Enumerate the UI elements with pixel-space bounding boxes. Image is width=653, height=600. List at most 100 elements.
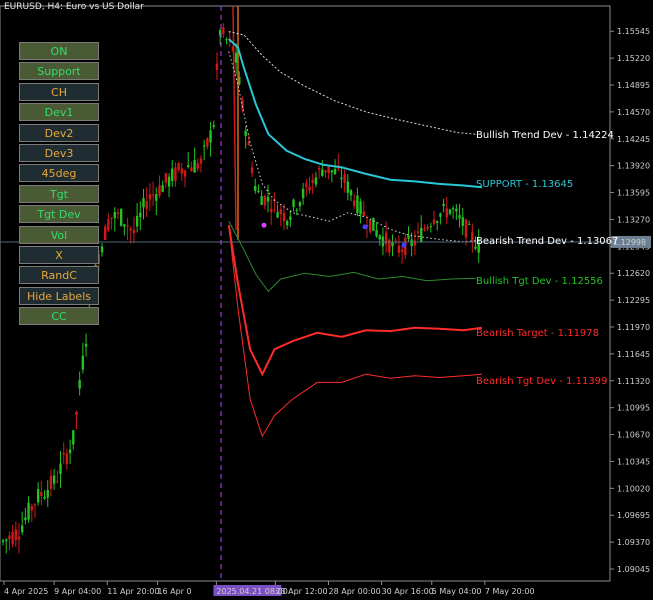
toggle-button-tgt[interactable]: Tgt: [19, 184, 99, 203]
toggle-button-support[interactable]: Support: [19, 62, 99, 81]
candle-body: [423, 229, 426, 231]
y-tick-label: 1.15220: [617, 54, 650, 63]
candle-body: [196, 163, 199, 169]
candle-body: [340, 177, 343, 180]
toggle-button-dev1[interactable]: Dev1: [19, 103, 99, 122]
candle-body: [104, 226, 107, 241]
candle-body: [333, 168, 337, 174]
candle-body: [330, 170, 334, 173]
candle-body: [183, 170, 187, 177]
y-tick-label: 1.09045: [617, 565, 650, 574]
toggle-button-dev3[interactable]: Dev3: [19, 143, 99, 162]
candle-body: [420, 227, 423, 242]
candle-body: [301, 188, 305, 199]
candle-body: [123, 224, 126, 227]
candle-body: [439, 213, 442, 217]
candle-body: [442, 203, 445, 207]
bullish-trend-dev-line: [228, 31, 476, 135]
candle-body: [119, 209, 123, 226]
y-tick-label: 1.10995: [617, 404, 650, 413]
toggle-button-cc[interactable]: CC: [19, 307, 99, 326]
candle-body: [151, 194, 155, 196]
x-tick-label: 16 Apr 0: [157, 587, 191, 596]
candle-body: [410, 239, 413, 247]
candle-body: [298, 202, 302, 207]
candle-body: [260, 196, 263, 205]
candle-body: [295, 209, 298, 211]
marker-dot: [362, 224, 368, 230]
window-title: EURUSD, H4: Euro vs US Dollar: [4, 2, 144, 12]
candle-body: [429, 226, 433, 228]
candle-body: [24, 517, 27, 521]
price-label: Bearish Tgt Dev - 1.11399: [476, 376, 607, 387]
candle-body: [292, 199, 295, 208]
candle-body: [126, 225, 129, 228]
candle-body: [407, 235, 410, 239]
candle-body: [52, 475, 56, 484]
candle-body: [36, 488, 40, 503]
candle-body: [75, 411, 78, 415]
price-label: Bullish Trend Dev - 1.14224: [476, 130, 614, 141]
toggle-button-on[interactable]: ON: [19, 42, 99, 60]
y-tick-label: 1.11970: [617, 323, 650, 332]
y-tick-label: 1.14570: [617, 108, 650, 117]
candle-body: [397, 245, 401, 253]
candle-body: [317, 167, 321, 170]
candle-body: [174, 167, 177, 181]
candle-body: [110, 217, 113, 219]
candle-body: [199, 158, 203, 164]
candle-body: [161, 185, 164, 192]
candle-body: [30, 506, 33, 511]
x-tick-label: 7 May 20:00: [485, 587, 535, 596]
bearish-trend-dev-line: [228, 51, 482, 243]
candle-body: [372, 217, 375, 231]
candle-body: [180, 168, 184, 174]
y-tick-label: 1.14245: [617, 135, 650, 144]
y-tick-label: 1.10020: [617, 484, 650, 493]
candle-body: [254, 185, 257, 192]
candle-body: [206, 138, 209, 147]
candle-body: [445, 208, 448, 218]
candle-body: [282, 212, 286, 221]
toggle-button-randc[interactable]: RandC: [19, 266, 99, 285]
y-tick-label: 1.10345: [617, 457, 650, 466]
candle-body: [155, 194, 158, 201]
candle-body: [436, 221, 439, 223]
candle-body: [225, 38, 228, 40]
marker-dot: [261, 222, 267, 228]
candle-body: [43, 496, 46, 499]
candle-body: [33, 504, 37, 506]
toggle-button-45deg[interactable]: 45deg: [19, 164, 99, 183]
candle-body: [324, 170, 327, 173]
toggle-button-vol[interactable]: Vol: [19, 225, 99, 244]
x-tick-label: 9 Apr 04:00: [54, 587, 101, 596]
y-tick-label: 1.13920: [617, 162, 650, 171]
candle-body: [84, 343, 88, 347]
candle-body: [40, 491, 43, 496]
toggle-button-tgt-dev[interactable]: Tgt Dev: [19, 205, 99, 224]
x-tick-label: 23 Apr 12:00: [275, 587, 327, 596]
toggle-button-ch[interactable]: CH: [19, 82, 99, 101]
candle-body: [314, 177, 318, 185]
candle-body: [100, 246, 104, 253]
bearish-target-line: [227, 225, 483, 377]
toggle-button-dev2[interactable]: Dev2: [19, 123, 99, 142]
y-tick-label: 1.15545: [617, 27, 650, 36]
toggle-button-x[interactable]: X: [19, 245, 99, 264]
candle-body: [49, 475, 53, 489]
y-tick-label: 1.09695: [617, 511, 650, 520]
candle-body: [171, 168, 174, 182]
price-label: SUPPORT - 1.13645: [476, 179, 573, 190]
candle-body: [359, 201, 362, 215]
candle-body: [467, 223, 471, 225]
marker-dot: [401, 242, 407, 248]
candle-body: [455, 208, 458, 212]
candle-body: [384, 232, 388, 245]
candle-body: [113, 212, 116, 218]
candle-body: [279, 209, 282, 214]
candle-body: [234, 52, 238, 63]
candle-body: [132, 229, 136, 234]
toggle-button-hide-labels[interactable]: Hide Labels: [19, 286, 99, 305]
candle-body: [378, 235, 381, 240]
candle-body: [368, 219, 372, 232]
